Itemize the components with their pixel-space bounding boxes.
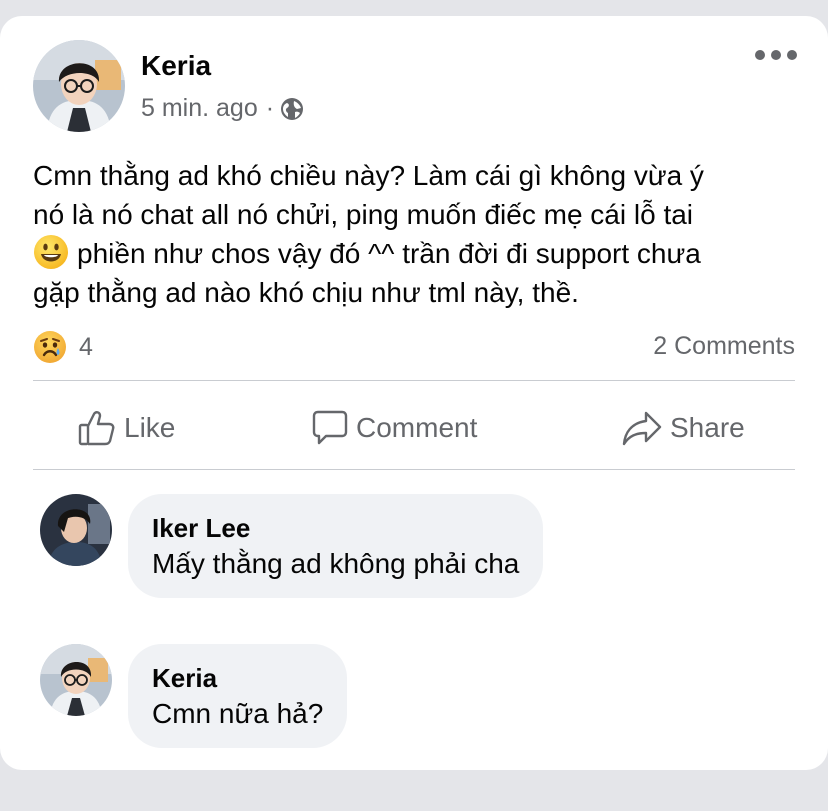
post-timestamp[interactable]: 5 min. ago (141, 94, 258, 123)
comments-count-link[interactable]: 2 Comments (653, 332, 795, 361)
comment-author[interactable]: Iker Lee (152, 512, 519, 544)
like-label: Like (124, 412, 176, 443)
more-options-button[interactable] (752, 44, 800, 66)
comment-label: Comment (356, 412, 478, 443)
comment-button[interactable]: Comment (312, 406, 477, 450)
meta-separator: · (265, 94, 275, 122)
like-button[interactable]: Like (78, 406, 175, 450)
reaction-summary[interactable]: 4 (33, 330, 93, 364)
share-label: Share (670, 412, 745, 443)
commenter-avatar[interactable] (40, 644, 112, 716)
commenter-avatar[interactable] (40, 494, 112, 566)
comment-author[interactable]: Keria (152, 662, 323, 694)
comment-bubble-icon (312, 410, 348, 445)
globe-icon (281, 97, 304, 120)
post-meta: 5 min. ago · (141, 94, 304, 123)
author-avatar[interactable] (33, 40, 125, 132)
divider (33, 469, 795, 470)
comment-text: Mấy thằng ad không phải cha (152, 548, 520, 579)
comment-text: Cmn nữa hả? (152, 698, 324, 729)
post-text-line: gặp thằng ad nào khó chịu như tml này, t… (33, 277, 579, 308)
post-text-line: Cmn thằng ad khó chiều này? Làm cái gì k… (33, 160, 704, 191)
comment-bubble: Iker Lee Mấy thằng ad không phải cha (128, 494, 544, 598)
share-arrow-icon (622, 411, 662, 446)
comment-bubble: Keria Cmn nữa hả? (128, 644, 348, 748)
sad-reaction-icon (34, 331, 66, 363)
divider (33, 380, 795, 381)
smiley-emoji-icon (34, 235, 68, 269)
post-text-line: phiền như chos vậy đó ^^ trần đời đi sup… (77, 238, 701, 269)
post-text: Cmn thằng ad khó chiều này? Làm cái gì k… (33, 156, 803, 312)
more-dots-icon (755, 50, 797, 60)
share-button[interactable]: Share (622, 406, 745, 450)
thumbs-up-icon (78, 411, 115, 446)
reaction-count: 4 (79, 332, 93, 361)
post-card: Keria 5 min. ago · Cmn thằng ad khó chiề… (0, 16, 828, 770)
post-text-line: nó là nó chat all nó chửi, ping muốn điế… (33, 199, 694, 230)
post-text-line-with-emoji: phiền như chos vậy đó ^^ trần đời đi sup… (33, 234, 803, 273)
post-author-name[interactable]: Keria (141, 50, 211, 82)
